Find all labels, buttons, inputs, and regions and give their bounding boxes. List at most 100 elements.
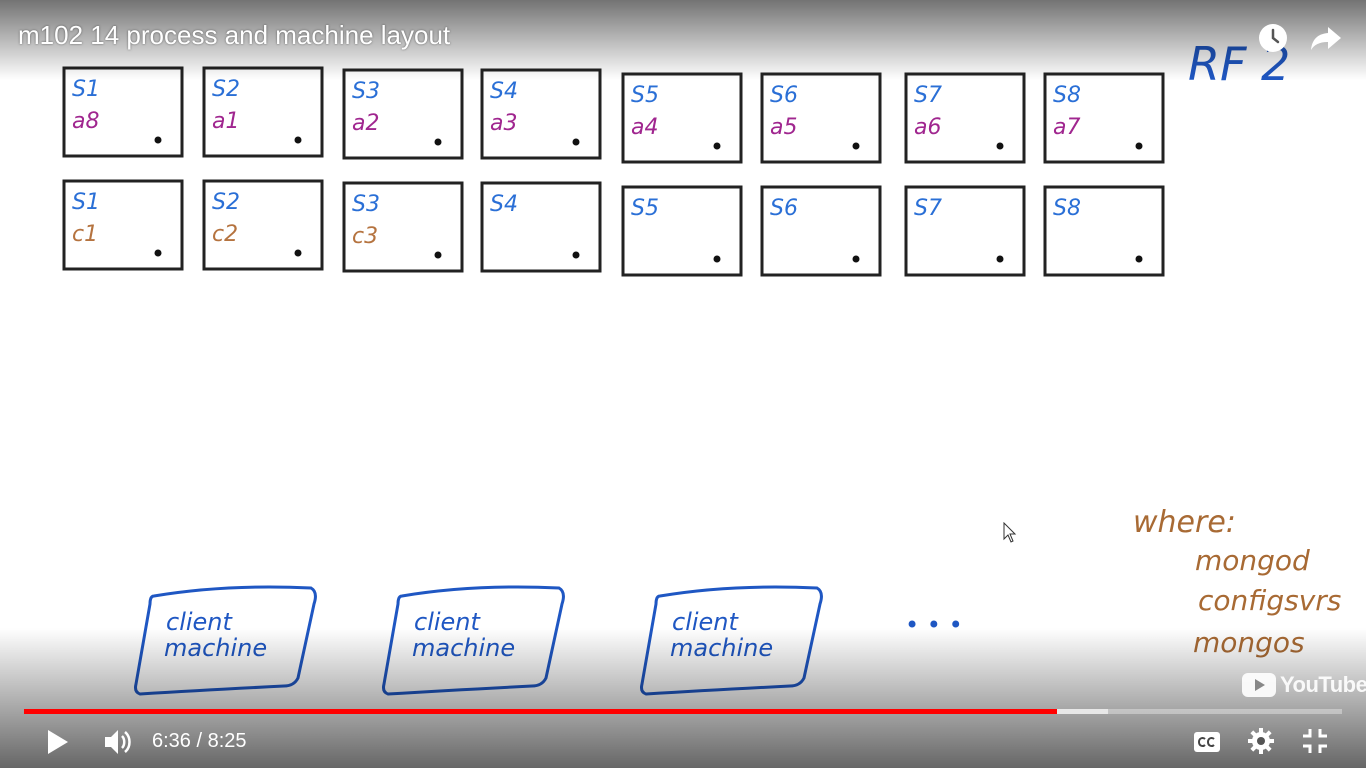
mouse-cursor (1003, 521, 1017, 549)
client-machines: clientmachineclientmachineclientmachine (134, 585, 823, 696)
shard-label: S3 (352, 192, 380, 217)
mongod-dot (713, 255, 721, 263)
youtube-logo[interactable]: YouTube (1242, 670, 1366, 700)
client-machine: clientmachine (640, 585, 823, 696)
member-label: a4 (631, 115, 658, 140)
time-total: 8:25 (207, 730, 247, 752)
shard-label: S1 (72, 190, 100, 215)
shard-label: S7 (914, 83, 942, 108)
play-icon (48, 730, 68, 754)
member-label: a7 (1053, 115, 1080, 140)
member-label: c2 (212, 222, 238, 247)
time-display: 6:36 / 8:25 (152, 730, 247, 753)
member-label: c1 (72, 222, 98, 247)
server-box: S7a6 (904, 72, 1026, 164)
server-box: S6a5 (760, 72, 882, 164)
play-button[interactable] (40, 724, 76, 760)
server-box: S4a3 (480, 68, 602, 160)
server-box: S1a8 (62, 66, 184, 158)
time-separator: / (190, 730, 208, 752)
member-label: a2 (352, 111, 379, 136)
share-button[interactable] (1310, 22, 1342, 54)
mongod-dot (1135, 142, 1143, 150)
mongod-dot (852, 142, 860, 150)
mongod-dot (713, 142, 721, 150)
server-box: S8a7 (1043, 72, 1165, 164)
server-box: S8 (1043, 185, 1165, 277)
mongod-dot (434, 251, 442, 259)
client-label-line2: machine (164, 634, 267, 662)
time-current: 6:36 (152, 730, 191, 752)
where-heading: where: (1133, 505, 1236, 540)
cc-icon (1194, 732, 1220, 752)
video-frame[interactable]: S1 a8 S2 a1 S3 a2 S4 a3 S5 a4 S6 a5 S7 a6 S8 a7 S1 c1 S2 c2… (0, 0, 1366, 768)
server-box: S2c2 (202, 179, 324, 271)
mongod-dot (852, 255, 860, 263)
ellipsis: • • • (905, 611, 963, 639)
member-label: a8 (72, 109, 99, 134)
settings-button[interactable] (1244, 724, 1278, 758)
where-item-configsvrs: configsvrs (1198, 584, 1341, 617)
share-icon (1311, 27, 1341, 50)
mongod-dot (996, 255, 1004, 263)
shard-label: S2 (212, 77, 240, 102)
server-box: S5 (621, 185, 743, 277)
client-label-line2: machine (412, 634, 515, 662)
mongod-dot (572, 138, 580, 146)
exit-fullscreen-button[interactable] (1298, 724, 1332, 758)
shard-label: S7 (914, 196, 942, 221)
mongod-dot (996, 142, 1004, 150)
shard-label: S1 (72, 77, 100, 102)
progress-bar[interactable] (24, 709, 1342, 714)
member-label: a1 (212, 109, 239, 134)
shard-label: S3 (352, 79, 380, 104)
captions-button[interactable] (1190, 726, 1224, 758)
client-machine: clientmachine (382, 585, 565, 696)
mongod-dot (572, 251, 580, 259)
exit-fullscreen-icon (1303, 729, 1327, 753)
server-box: S6 (760, 185, 882, 277)
shard-label: S5 (631, 83, 659, 108)
shard-label: S8 (1053, 83, 1081, 108)
gear-icon (1248, 728, 1274, 754)
server-grid: S1a8S2a1S3a2S4a3S5a4S6a5S7a6S8a7S1c1S2c2… (62, 66, 1165, 277)
youtube-wordmark: YouTube (1280, 672, 1366, 697)
server-box: S3a2 (342, 68, 464, 160)
youtube-play-icon (1242, 673, 1276, 697)
server-box: S2a1 (202, 66, 324, 158)
watch-later-button[interactable] (1257, 22, 1289, 54)
volume-button[interactable] (100, 724, 138, 760)
video-title[interactable]: m102 14 process and machine layout (18, 20, 450, 51)
mongod-dot (154, 249, 162, 257)
shard-label: S8 (1053, 196, 1081, 221)
shard-label: S6 (770, 83, 798, 108)
client-label-line2: machine (670, 634, 773, 662)
mongod-dot (1135, 255, 1143, 263)
member-label: c3 (352, 224, 378, 249)
mongod-dot (294, 136, 302, 144)
client-machine: clientmachine (134, 585, 317, 696)
server-box: S1c1 (62, 179, 184, 271)
shard-label: S5 (631, 196, 659, 221)
shard-label: S6 (770, 196, 798, 221)
pointer-icon (1003, 521, 1017, 543)
volume-icon (105, 730, 131, 754)
whiteboard: S1a8S2a1S3a2S4a3S5a4S6a5S7a6S8a7S1c1S2c2… (62, 37, 1341, 696)
clock-icon (1259, 24, 1287, 52)
progress-played (24, 709, 1057, 714)
server-box: S3c3 (342, 181, 464, 273)
member-label: a5 (770, 115, 797, 140)
where-item-mongos: mongos (1193, 626, 1305, 659)
client-label-line1: client (672, 608, 740, 636)
where-item-mongod: mongod (1195, 544, 1310, 577)
mongod-dot (294, 249, 302, 257)
server-box: S4 (480, 181, 602, 273)
mongod-dot (154, 136, 162, 144)
client-label-line1: client (166, 608, 234, 636)
member-label: a6 (914, 115, 941, 140)
client-label-line1: client (414, 608, 482, 636)
server-box: S5a4 (621, 72, 743, 164)
server-box: S7 (904, 185, 1026, 277)
shard-label: S2 (212, 190, 240, 215)
mongod-dot (434, 138, 442, 146)
